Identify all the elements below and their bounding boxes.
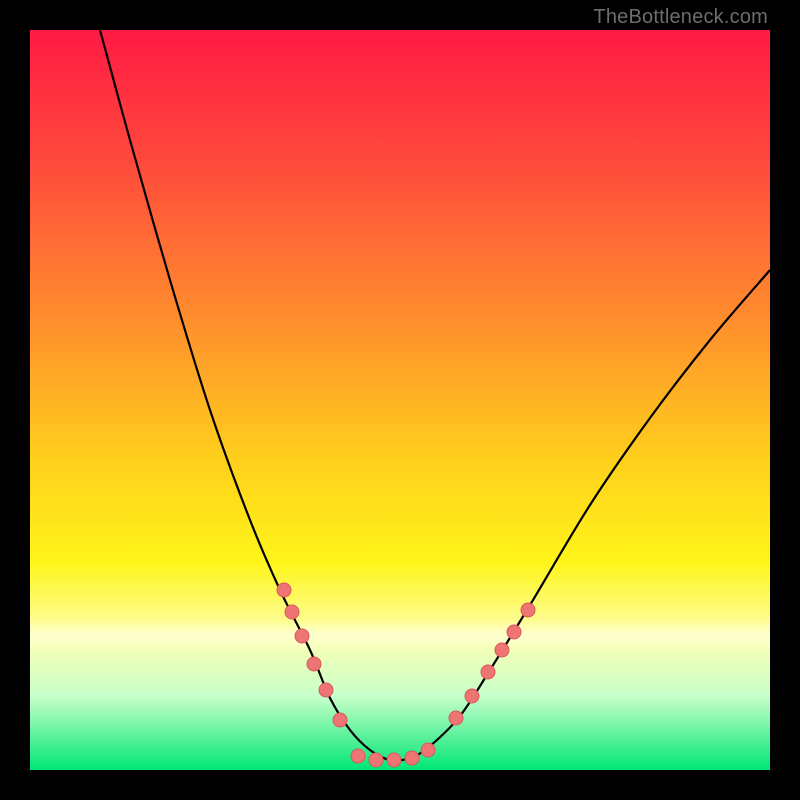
watermark-text: TheBottleneck.com — [593, 6, 768, 29]
gradient-main — [30, 30, 770, 770]
chart-frame — [30, 30, 770, 770]
chart-background — [30, 30, 770, 770]
gradient-pale-band — [30, 620, 770, 652]
